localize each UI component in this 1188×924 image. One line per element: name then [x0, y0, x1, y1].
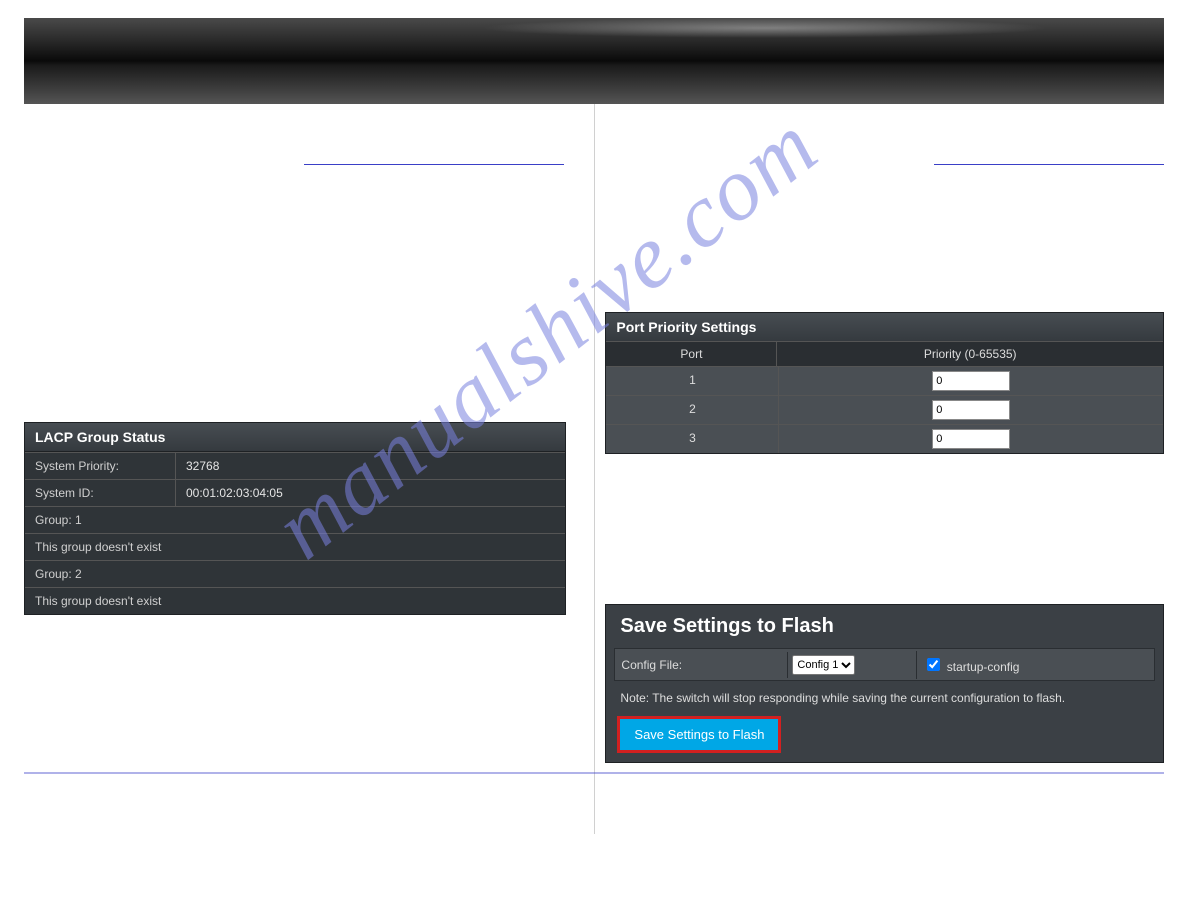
lacp-status-title: LACP Group Status: [25, 423, 565, 452]
right-heading-link[interactable]: [934, 164, 1164, 165]
startup-config-label: startup-config: [947, 660, 1020, 674]
save-settings-button[interactable]: Save Settings to Flash: [620, 719, 778, 750]
group1-label: Group: 1: [25, 506, 565, 533]
port-priority-panel: Port Priority Settings Port Priority (0-…: [605, 312, 1164, 454]
port-priority-header-row: Port Priority (0-65535): [606, 341, 1163, 366]
system-id-label: System ID:: [25, 480, 176, 506]
lacp-status-panel: LACP Group Status System Priority: 32768…: [24, 422, 566, 615]
system-id-row: System ID: 00:01:02:03:04:05: [25, 479, 565, 506]
save-settings-title: Save Settings to Flash: [606, 605, 1163, 648]
system-id-value: 00:01:02:03:04:05: [176, 480, 565, 506]
column-divider: [594, 104, 595, 834]
col-header-port: Port: [606, 341, 777, 366]
port-priority-title: Port Priority Settings: [606, 313, 1163, 341]
system-priority-value: 32768: [176, 453, 565, 479]
port-row-2: 2: [606, 395, 1163, 424]
col-header-priority: Priority (0-65535): [777, 341, 1163, 366]
group1-status: This group doesn't exist: [25, 533, 565, 560]
config-file-select[interactable]: Config 1: [792, 655, 855, 675]
startup-config-checkbox[interactable]: [927, 658, 940, 671]
config-file-row: Config File: Config 1 startup-config: [614, 648, 1155, 681]
system-priority-row: System Priority: 32768: [25, 452, 565, 479]
system-priority-label: System Priority:: [25, 453, 176, 479]
port-row-3: 3: [606, 424, 1163, 453]
group2-label: Group: 2: [25, 560, 565, 587]
port-row-1: 1: [606, 366, 1163, 395]
group2-status: This group doesn't exist: [25, 587, 565, 614]
footer-separator: [24, 772, 1164, 774]
left-heading-link[interactable]: [304, 164, 564, 165]
port-row-3-priority-input[interactable]: [932, 429, 1010, 449]
save-note: Note: The switch will stop responding wh…: [620, 691, 1149, 705]
port-row-3-port: 3: [606, 424, 779, 453]
top-banner: [24, 18, 1164, 104]
port-row-2-port: 2: [606, 395, 779, 424]
port-row-2-priority-input[interactable]: [932, 400, 1010, 420]
port-row-1-priority-input[interactable]: [932, 371, 1010, 391]
save-settings-panel: Save Settings to Flash Config File: Conf…: [605, 604, 1164, 763]
port-row-1-port: 1: [606, 366, 779, 395]
config-file-label: Config File:: [615, 652, 788, 678]
